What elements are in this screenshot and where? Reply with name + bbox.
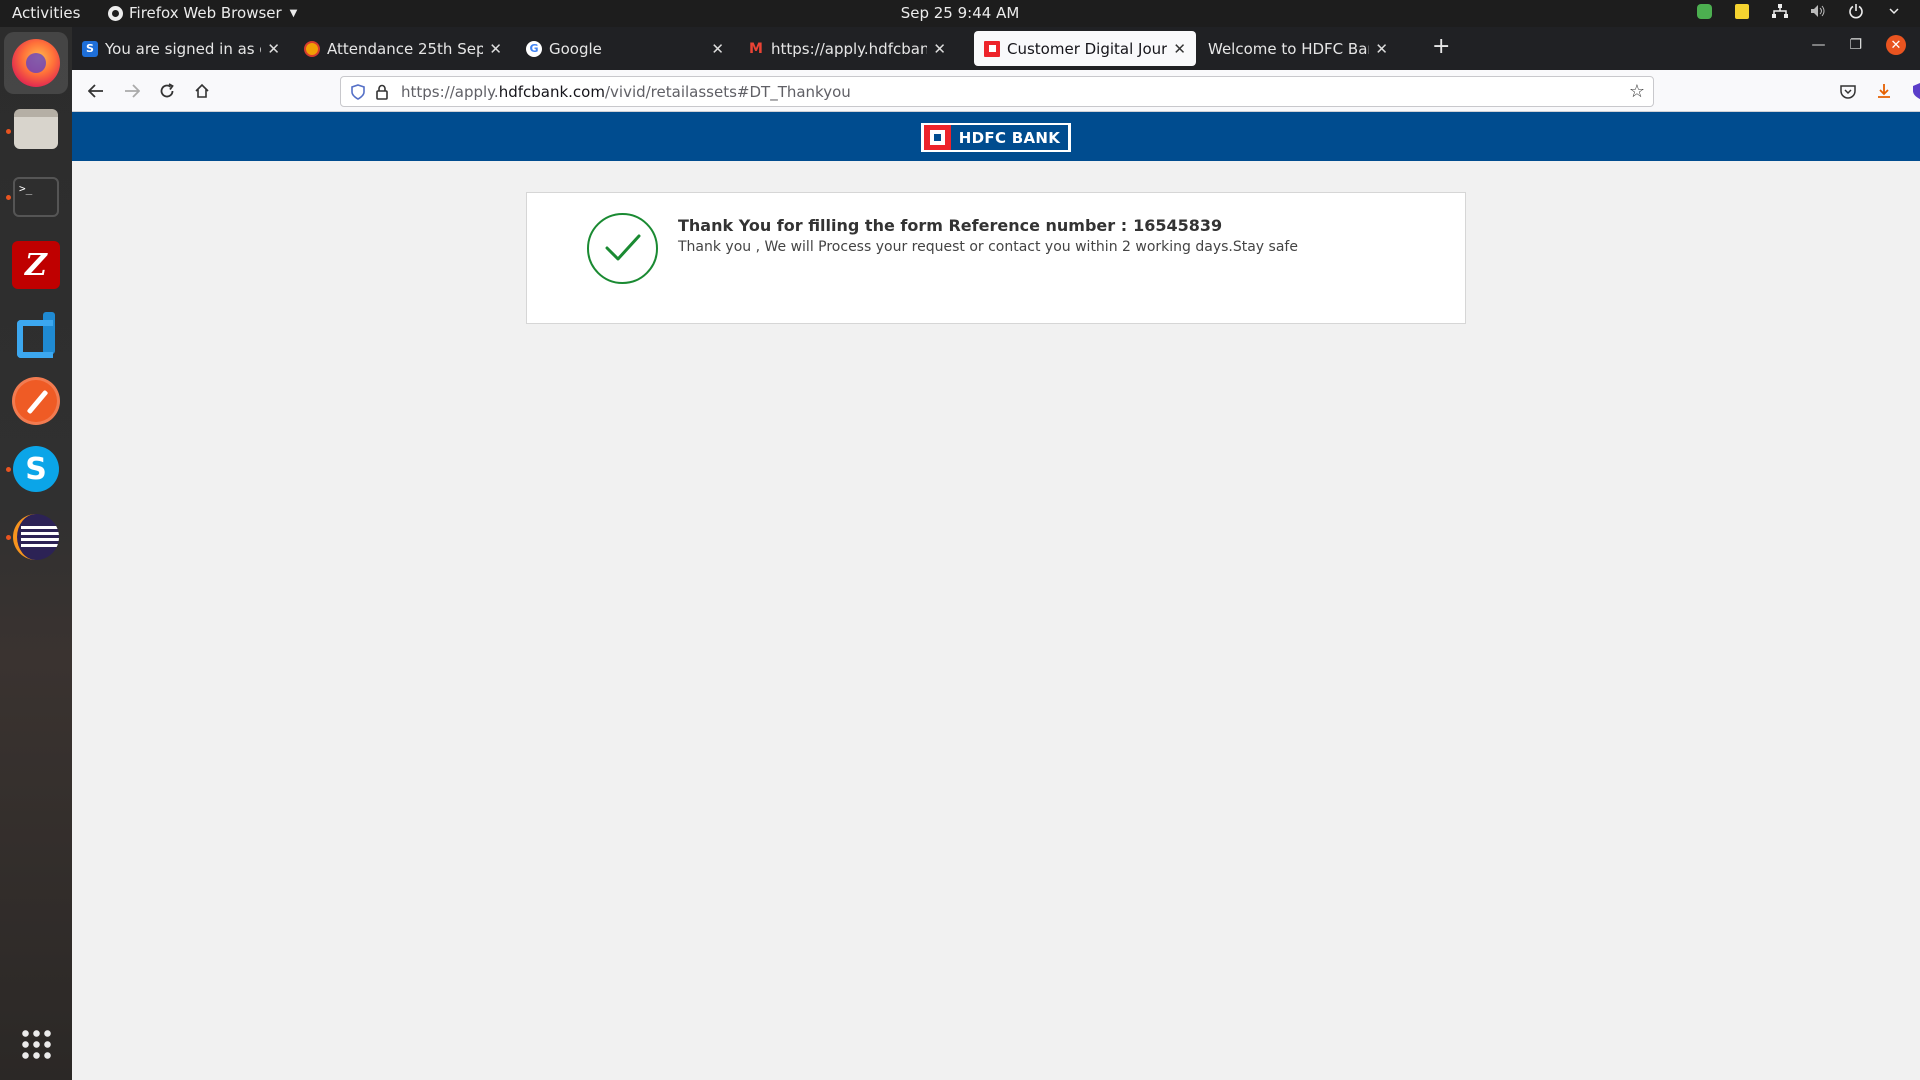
- hdfc-logo[interactable]: HDFC BANK: [921, 123, 1071, 152]
- restore-icon[interactable]: ❐: [1849, 37, 1862, 53]
- tab-signed-in[interactable]: S You are signed in as gurm ✕: [72, 31, 290, 66]
- tab-favicon-icon: S: [82, 40, 98, 57]
- caret-down-icon: ▼: [289, 7, 298, 19]
- close-tab-icon[interactable]: ✕: [489, 40, 502, 58]
- running-indicator: [6, 129, 11, 134]
- close-tab-icon[interactable]: ✕: [933, 40, 946, 58]
- url-domain: hdfcbank.com: [498, 82, 605, 101]
- notes-icon[interactable]: [1734, 3, 1750, 19]
- volume-icon[interactable]: [1810, 3, 1826, 19]
- url-prefix: https://apply.: [401, 82, 499, 101]
- running-indicator: [6, 195, 11, 200]
- dock-postman[interactable]: [10, 375, 62, 427]
- firefox-icon: [12, 39, 60, 87]
- system-top-bar: Activities Firefox Web Browser ▼ Sep 25 …: [0, 0, 1920, 27]
- back-button[interactable]: [83, 78, 109, 104]
- reference-number: 16545839: [1133, 216, 1223, 235]
- vscode-icon: [13, 310, 59, 356]
- tab-label: You are signed in as gurm: [105, 39, 261, 58]
- new-tab-button[interactable]: +: [1432, 34, 1450, 59]
- terminal-icon: >_: [13, 177, 59, 217]
- thank-you-title: Thank You for filling the form Reference…: [678, 216, 1222, 235]
- forward-button[interactable]: [119, 78, 145, 104]
- dock: >_ Z S: [0, 27, 72, 1080]
- url-path: /vivid/retailassets#DT_Thankyou: [604, 82, 851, 101]
- pocket-icon[interactable]: [1836, 79, 1860, 103]
- tracking-protection-icon[interactable]: [351, 83, 365, 100]
- clock[interactable]: Sep 25 9:44 AM: [901, 4, 1020, 22]
- activities-button[interactable]: Activities: [12, 4, 80, 22]
- tab-welcome-hdfc[interactable]: Welcome to HDFC Bank Net ✕: [1198, 31, 1398, 66]
- google-icon: G: [526, 40, 542, 57]
- extension-icon[interactable]: 21: [1908, 79, 1920, 103]
- tab-label: Customer Digital Journey: [1007, 39, 1168, 58]
- eclipse-icon: [13, 514, 59, 560]
- firefox-icon: [108, 5, 123, 21]
- home-button[interactable]: [189, 78, 215, 104]
- dock-files[interactable]: [10, 103, 62, 155]
- tab-strip: S You are signed in as gurm ✕ Attendance…: [72, 27, 1920, 70]
- app-menu[interactable]: Firefox Web Browser ▼: [108, 4, 297, 22]
- window-controls: — ❐ ✕: [1811, 35, 1906, 55]
- dock-vscode[interactable]: [10, 307, 62, 359]
- close-tab-icon[interactable]: ✕: [711, 40, 724, 58]
- dock-skype[interactable]: S: [10, 443, 62, 495]
- tab-label: https://apply.hdfcbank.co: [771, 39, 928, 58]
- thank-you-title-text: Thank You for filling the form Reference…: [678, 216, 1128, 235]
- address-bar[interactable]: https://apply.hdfcbank.com/vivid/retaila…: [340, 76, 1654, 107]
- tab-label: Attendance 25th Septem: [327, 39, 484, 58]
- running-indicator: [6, 535, 11, 540]
- files-icon: [14, 109, 58, 149]
- success-check-icon: [587, 213, 658, 284]
- tab-favicon-icon: [304, 40, 320, 57]
- nav-bar: https://apply.hdfcbank.com/vivid/retaila…: [72, 70, 1920, 112]
- reload-button[interactable]: [154, 78, 180, 104]
- thank-you-card: Thank You for filling the form Reference…: [526, 192, 1466, 324]
- tab-customer-digital-journey[interactable]: Customer Digital Journey ✕: [974, 31, 1196, 66]
- dock-filezilla[interactable]: Z: [10, 239, 62, 291]
- dock-firefox[interactable]: [4, 32, 68, 94]
- tab-apply-hdfc[interactable]: M https://apply.hdfcbank.co ✕: [738, 31, 956, 66]
- filezilla-icon: Z: [12, 241, 60, 289]
- hdfc-logo-mark-icon: [924, 125, 951, 150]
- network-icon[interactable]: [1772, 3, 1788, 19]
- tab-label: Welcome to HDFC Bank Net: [1208, 39, 1369, 58]
- close-tab-icon[interactable]: ✕: [1375, 40, 1388, 58]
- close-tab-icon[interactable]: ✕: [267, 40, 280, 58]
- web-page: HDFC BANK Thank You for filling the form…: [72, 112, 1920, 1080]
- close-window-icon[interactable]: ✕: [1886, 35, 1906, 55]
- gmail-icon: M: [749, 40, 763, 57]
- system-tray: [1696, 3, 1902, 19]
- thank-you-subtitle: Thank you , We will Process your request…: [678, 239, 1298, 255]
- hdfc-logo-text: HDFC BANK: [951, 125, 1068, 150]
- lock-icon[interactable]: [375, 84, 389, 100]
- bookmark-star-icon[interactable]: ☆: [1629, 81, 1645, 102]
- tab-google[interactable]: G Google ✕: [516, 31, 734, 66]
- close-tab-icon[interactable]: ✕: [1173, 40, 1186, 58]
- hdfc-header: HDFC BANK: [72, 112, 1920, 161]
- url-text[interactable]: https://apply.hdfcbank.com/vivid/retaila…: [401, 83, 851, 101]
- hdfc-favicon-icon: [984, 40, 1000, 57]
- tab-attendance[interactable]: Attendance 25th Septem ✕: [294, 31, 512, 66]
- dock-eclipse[interactable]: [10, 511, 62, 563]
- downloads-icon[interactable]: [1872, 79, 1896, 103]
- shield-icon[interactable]: [1696, 3, 1712, 19]
- show-applications-icon[interactable]: [20, 1028, 52, 1060]
- minimize-icon[interactable]: —: [1811, 37, 1825, 53]
- postman-icon: [12, 377, 60, 425]
- running-indicator: [6, 467, 11, 472]
- skype-icon: S: [13, 446, 59, 492]
- tab-label: Google: [549, 39, 602, 58]
- app-menu-label: Firefox Web Browser: [129, 4, 282, 22]
- dock-terminal[interactable]: >_: [10, 171, 62, 223]
- chevron-down-icon[interactable]: [1886, 3, 1902, 19]
- power-icon[interactable]: [1848, 3, 1864, 19]
